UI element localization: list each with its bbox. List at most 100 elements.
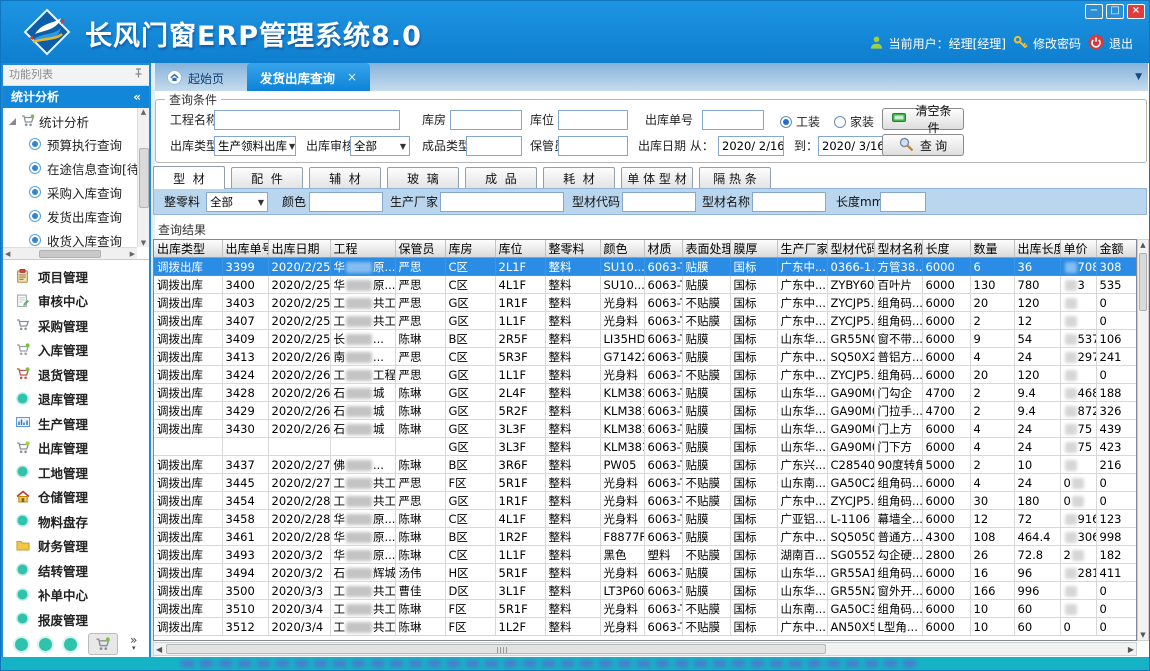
expander-icon[interactable] [9, 118, 16, 125]
radio-selected-icon[interactable] [780, 116, 792, 128]
table-row[interactable]: 调拨出库34612020/2/28华原...陈琳B区1R2F整料F8877FT6… [154, 528, 1137, 546]
table-row[interactable]: 调拨出库34132020/2/26南...严思C区5R3F整料G71422606… [154, 348, 1137, 366]
table-row[interactable]: 调拨出库34542020/2/28工共工程严思G区1R1F整料光身料6063-T… [154, 492, 1137, 510]
column-header[interactable]: 库位 [495, 240, 545, 258]
table-row[interactable]: 调拨出库34372020/2/27佛...陈琳B区3R6F整料PW056063-… [154, 456, 1137, 474]
scroll-right-icon[interactable]: ▶ [1128, 645, 1134, 654]
column-header[interactable]: 金额 [1096, 240, 1137, 258]
column-header[interactable]: 保管员 [395, 240, 445, 258]
column-header[interactable]: 膜厚 [730, 240, 777, 258]
sidebar-tree-item[interactable]: 在途信息查询[待 [3, 156, 149, 180]
sidebar-module-cart-ret[interactable]: 退货管理 [3, 362, 149, 387]
sidebar-module-cart[interactable]: 采购管理 [3, 313, 149, 338]
column-header[interactable]: 生产厂家 [777, 240, 827, 258]
search-button[interactable]: 查 询 [882, 134, 964, 156]
audit-select[interactable]: 全部▼ [350, 136, 410, 156]
table-row[interactable]: G区3L3F整料KLM38176063-T5贴膜国标山东华...GA90M09.… [154, 438, 1137, 456]
material-tab[interactable]: 单 体 型 材 [621, 167, 693, 188]
keeper-input[interactable] [558, 136, 628, 156]
sidebar-module-chart[interactable]: 生产管理 [3, 411, 149, 436]
table-row[interactable]: 调拨出库34932020/3/2华原...陈琳C区1L1F整料黑色塑料不贴膜国标… [154, 546, 1137, 564]
column-header[interactable]: 数量 [970, 240, 1014, 258]
column-header[interactable]: 整零料 [545, 240, 600, 258]
tree-root-statistics[interactable]: 统计分析 [3, 108, 149, 132]
logout-button[interactable]: 退出 [1088, 34, 1133, 53]
scroll-down-icon[interactable]: ▼ [1138, 631, 1148, 639]
location-input[interactable] [558, 110, 628, 130]
vscroll-thumb[interactable] [1139, 253, 1147, 311]
sidebar-module-notepad[interactable]: 审核中心 [3, 289, 149, 314]
color-input[interactable] [309, 192, 383, 212]
table-row[interactable]: 调拨出库34002020/2/25华原...严思C区4L1F整料SU10...6… [154, 276, 1137, 294]
sidebar-module-cart-in[interactable]: 入库管理 [3, 338, 149, 363]
order-no-input[interactable] [702, 110, 764, 130]
table-row[interactable]: 调拨出库33992020/2/25华原...严思C区2L1F整料SU10...6… [154, 258, 1137, 276]
table-row[interactable]: 调拨出库34292020/2/26石城陈琳G区5R2F整料KLM38176063… [154, 402, 1137, 420]
column-header[interactable]: 工程 [330, 240, 395, 258]
table-row[interactable]: 调拨出库34072020/2/25工共工程严思G区1L1F整料光身料6063-T… [154, 312, 1137, 330]
table-row[interactable]: 调拨出库34032020/2/25工共工程严思G区1R1F整料光身料6063-T… [154, 294, 1137, 312]
sidebar-module-home[interactable]: 仓储管理 [3, 485, 149, 510]
table-row[interactable]: 调拨出库34582020/2/28华原...陈琳C区4L1F整料光身料6063-… [154, 510, 1137, 528]
sidebar-module-circle[interactable]: 结转管理 [3, 558, 149, 583]
material-tab[interactable]: 隔 热 条 [699, 167, 771, 188]
material-tab[interactable]: 配 件 [231, 167, 303, 188]
table-row[interactable]: 调拨出库34452020/2/27工共工程严思F区5R1F整料光身料6063-T… [154, 474, 1137, 492]
scroll-left-icon[interactable]: ◀ [156, 645, 162, 654]
sidebar-module-clipboard[interactable]: 项目管理 [3, 264, 149, 289]
sidebar-module-circle[interactable]: 工地管理 [3, 460, 149, 485]
sidebar-module-circle[interactable]: 报废管理 [3, 607, 149, 632]
table-row[interactable]: 调拨出库35002020/3/3工共工程曹佳D区3L1F整料LT3P606063… [154, 582, 1137, 600]
sidebar-module-cart-out[interactable]: 出库管理 [3, 436, 149, 461]
tab-close-icon[interactable]: × [347, 70, 357, 84]
column-header[interactable]: 材质 [644, 240, 682, 258]
material-tab[interactable]: 玻 璃 [387, 167, 459, 188]
product-type-input[interactable] [466, 136, 522, 156]
radio-jiazhuang[interactable]: 家装 [834, 113, 874, 130]
column-header[interactable]: 表面处理 [682, 240, 730, 258]
pin-icon[interactable] [134, 65, 143, 85]
column-header[interactable]: 出库日期 [268, 240, 330, 258]
change-password-button[interactable]: 修改密码 [1013, 35, 1081, 53]
sidebar-tree-item[interactable]: 采购入库查询 [3, 180, 149, 204]
more-modules-button[interactable]: »▾ [130, 636, 137, 652]
table-row[interactable]: 调拨出库34092020/2/25长...陈琳B区2R5F整料LI35HD606… [154, 330, 1137, 348]
column-header[interactable]: 出库单号 [222, 240, 268, 258]
close-button[interactable]: × [1127, 4, 1145, 19]
column-header[interactable]: 单价 [1060, 240, 1096, 258]
column-header[interactable]: 长度 [922, 240, 970, 258]
profile-code-input[interactable] [622, 192, 696, 212]
hscroll-thumb[interactable] [166, 644, 826, 654]
column-header[interactable]: 库房 [445, 240, 495, 258]
table-row[interactable]: 调拨出库34282020/2/26石城陈琳G区2L4F整料KLM38176063… [154, 384, 1137, 402]
collapse-icon[interactable]: « [133, 86, 141, 108]
tab-list-dropdown-icon[interactable]: ▼ [1135, 72, 1142, 82]
table-row[interactable]: 调拨出库34302020/2/26石城陈琳G区3L3F整料KLM38176063… [154, 420, 1137, 438]
sidebar-tree-item[interactable]: 预算执行查询 [3, 132, 149, 156]
radio-unselected-icon[interactable] [834, 116, 846, 128]
module-dot-icon[interactable] [64, 638, 77, 651]
sidebar-module-circle[interactable]: 退库管理 [3, 387, 149, 412]
whole-piece-select[interactable]: 全部▼ [206, 192, 268, 212]
material-tab[interactable]: 型 材 [153, 166, 225, 189]
column-header[interactable]: 颜色 [600, 240, 644, 258]
factory-input[interactable] [440, 192, 564, 212]
scroll-up-icon[interactable]: ▲ [1138, 241, 1148, 249]
tree-horizontal-scrollbar[interactable]: ◀▶ [3, 247, 137, 259]
project-name-input[interactable] [214, 110, 400, 130]
sidebar-section-statistics[interactable]: 统计分析 « [3, 86, 149, 108]
tree-vertical-scrollbar[interactable]: ▲▼ [137, 108, 149, 247]
module-dot-icon[interactable] [39, 638, 52, 651]
tab-home[interactable]: 起始页 [157, 66, 234, 91]
profile-name-input[interactable] [752, 192, 826, 212]
material-tab[interactable]: 成 品 [465, 167, 537, 188]
cart-module-button[interactable] [88, 633, 118, 655]
material-tab[interactable]: 辅 材 [309, 167, 381, 188]
sidebar-module-circle[interactable]: 补单中心 [3, 583, 149, 608]
table-row[interactable]: 调拨出库35122020/3/4工共工程陈琳F区1L2F整料光身料6063-T5… [154, 618, 1137, 636]
vertical-scrollbar[interactable]: ▲ ▼ [1137, 239, 1149, 641]
sidebar-tree-item[interactable]: 发货出库查询 [3, 204, 149, 228]
table-row[interactable]: 调拨出库34242020/2/26工工程严思G区1L1F整料光身料6063-T5… [154, 366, 1137, 384]
warehouse-input[interactable] [450, 110, 522, 130]
radio-gongzhuang[interactable]: 工装 [780, 113, 820, 130]
